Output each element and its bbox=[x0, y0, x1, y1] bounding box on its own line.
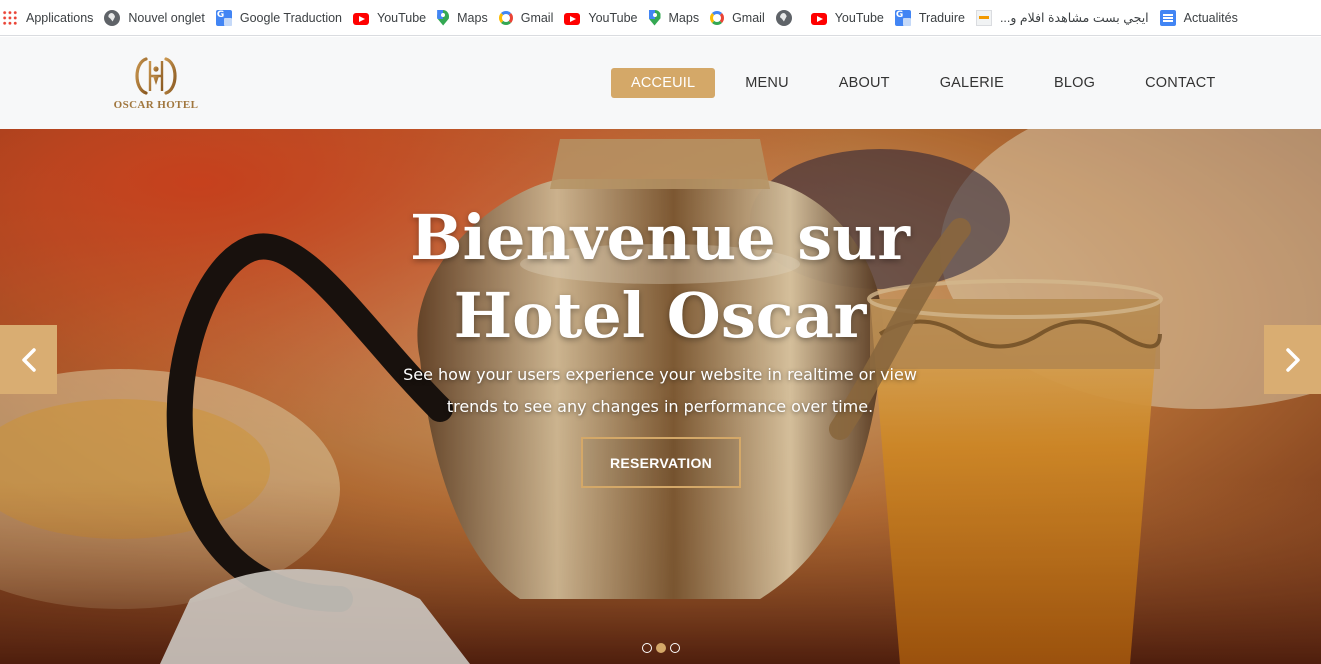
apps-icon bbox=[2, 9, 18, 26]
maps-icon bbox=[437, 9, 450, 26]
bookmark-label: YouTube bbox=[834, 10, 884, 25]
slider-dot-1[interactable] bbox=[642, 643, 652, 653]
bookmark-label: Actualités bbox=[1183, 10, 1238, 25]
bookmark-youtube[interactable]: YouTube bbox=[810, 4, 891, 32]
google-icon bbox=[498, 11, 513, 25]
bookmark-label: ايجي بست مشاهدة افلام و... bbox=[999, 11, 1149, 25]
nav-blog[interactable]: BLOG bbox=[1034, 68, 1115, 98]
bookmark-label: Gmail bbox=[520, 10, 554, 25]
globe-icon bbox=[104, 9, 121, 26]
bookmark-label: Applications bbox=[26, 10, 94, 25]
chevron-left-icon bbox=[21, 347, 36, 372]
bookmark-label: Gmail bbox=[732, 10, 765, 25]
slider-next-button[interactable] bbox=[1264, 325, 1321, 394]
slider-dots bbox=[642, 643, 680, 653]
google-icon bbox=[710, 11, 725, 25]
main-nav: ACCEUIL MENU ABOUT GALERIE BLOG CONTACT bbox=[611, 68, 1235, 98]
chevron-right-icon bbox=[1285, 347, 1300, 372]
hero-title: Bienvenue sur Hotel Oscar bbox=[410, 201, 910, 352]
slider-dot-3[interactable] bbox=[670, 643, 680, 653]
news-icon bbox=[1159, 9, 1176, 26]
nav-acceuil[interactable]: ACCEUIL bbox=[611, 68, 716, 98]
bookmark-label: Maps bbox=[668, 10, 700, 25]
site-header: OSCAR HOTEL ACCEUIL MENU ABOUT GALERIE B… bbox=[0, 37, 1321, 129]
google-translate-icon bbox=[215, 9, 232, 26]
bookmark-google-traduction[interactable]: Google Traduction bbox=[215, 4, 349, 32]
bookmark-maps[interactable]: Maps bbox=[437, 4, 495, 32]
bookmarks-bar: Applications Nouvel onglet Google Traduc… bbox=[0, 0, 1321, 36]
nav-contact[interactable]: CONTACT bbox=[1125, 68, 1235, 98]
bookmark-youtube[interactable]: YouTube bbox=[353, 4, 433, 32]
bookmark-label: Nouvel onglet bbox=[128, 10, 205, 25]
youtube-icon bbox=[810, 12, 827, 25]
bookmark-actualites[interactable]: Actualités bbox=[1159, 4, 1245, 32]
globe-icon bbox=[775, 9, 792, 26]
reservation-button[interactable]: RESERVATION bbox=[581, 437, 741, 488]
bookmark-egybest[interactable]: ايجي بست مشاهدة افلام و... bbox=[975, 4, 1156, 32]
google-translate-icon bbox=[894, 9, 911, 26]
bookmark-traduire[interactable]: Traduire bbox=[894, 4, 972, 32]
bookmark-label: YouTube bbox=[588, 10, 638, 25]
bookmark-applications[interactable]: Applications bbox=[2, 4, 100, 32]
nav-menu[interactable]: MENU bbox=[725, 68, 809, 98]
slider-prev-button[interactable] bbox=[0, 325, 57, 394]
maps-icon bbox=[648, 9, 661, 26]
logo-text: OSCAR HOTEL bbox=[113, 99, 199, 111]
slider-dot-2[interactable] bbox=[656, 643, 666, 653]
site-icon bbox=[975, 9, 992, 26]
youtube-icon bbox=[564, 12, 581, 25]
bookmark-label: Traduire bbox=[918, 10, 965, 25]
nav-about[interactable]: ABOUT bbox=[819, 68, 910, 98]
bookmark-label: Google Traduction bbox=[239, 10, 343, 25]
logo-emblem-icon bbox=[135, 57, 177, 95]
nav-galerie[interactable]: GALERIE bbox=[920, 68, 1024, 98]
bookmark-maps[interactable]: Maps bbox=[648, 4, 707, 32]
hotel-logo[interactable]: OSCAR HOTEL bbox=[106, 55, 206, 113]
bookmark-youtube[interactable]: YouTube bbox=[564, 4, 644, 32]
youtube-icon bbox=[353, 12, 370, 25]
bookmark-gmail[interactable]: Gmail bbox=[710, 4, 772, 32]
bookmark-nouvel-onglet[interactable]: Nouvel onglet bbox=[104, 4, 211, 32]
hero-slider: Bienvenue sur Hotel Oscar See how your u… bbox=[0, 129, 1321, 664]
bookmark-label: YouTube bbox=[377, 10, 427, 25]
bookmark-globe[interactable] bbox=[775, 4, 807, 32]
hero-subtitle: See how your users experience your websi… bbox=[403, 365, 917, 416]
bookmark-gmail[interactable]: Gmail bbox=[498, 4, 561, 32]
bookmark-label: Maps bbox=[457, 10, 488, 25]
